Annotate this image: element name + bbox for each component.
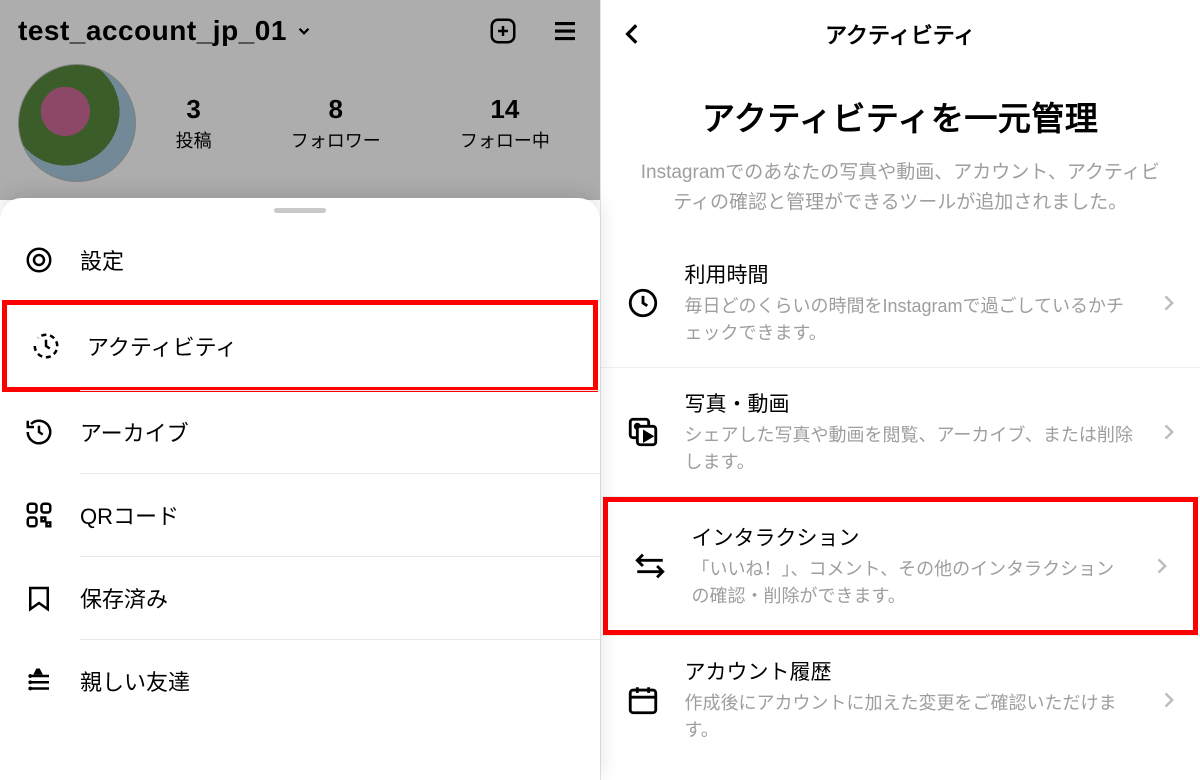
interactions-icon — [630, 546, 670, 586]
menu-item-qr[interactable]: QRコード — [0, 474, 600, 556]
chevron-down-icon[interactable] — [293, 20, 315, 42]
menu-item-saved[interactable]: 保存済み — [0, 557, 600, 639]
hamburger-menu-icon[interactable] — [548, 14, 582, 48]
stat-following-count: 14 — [460, 94, 550, 125]
activity-item-interactions[interactable]: インタラクション 「いいね！」、コメント、その他のインタラクションの確認・削除が… — [603, 497, 1199, 635]
activity-header: アクティビティ — [601, 0, 1200, 64]
clock-icon — [623, 283, 663, 323]
sheet-grabber[interactable] — [274, 208, 326, 213]
menu-label: 設定 — [80, 244, 124, 276]
qr-code-icon — [22, 498, 56, 532]
create-post-icon[interactable] — [486, 14, 520, 48]
menu-label: 親しい友達 — [80, 665, 190, 697]
item-desc: 「いいね！」、コメント、その他のインタラクションの確認・削除ができます。 — [692, 556, 1128, 610]
hero-section: アクティビティを一元管理 Instagramでのあなたの写真や動画、アカウント、… — [601, 64, 1200, 239]
menu-label: 保存済み — [80, 582, 168, 614]
item-title: 写真・動画 — [685, 388, 1135, 418]
stat-followers[interactable]: 8 フォロワー — [291, 94, 381, 153]
close-friends-icon — [22, 664, 56, 698]
activity-item-media[interactable]: 写真・動画 シェアした写真や動画を閲覧、アーカイブ、または削除します。 — [601, 368, 1200, 496]
chevron-right-icon — [1156, 291, 1180, 315]
activity-item-history[interactable]: アカウント履歴 作成後にアカウントに加えた変更をご確認いただけます。 — [601, 636, 1200, 764]
media-icon — [623, 412, 663, 452]
chevron-right-icon — [1149, 554, 1173, 578]
hero-title: アクティビティを一元管理 — [627, 92, 1175, 140]
archive-icon — [22, 415, 56, 449]
bottom-sheet: 設定 アクティビティ アーカイブ — [0, 198, 600, 780]
menu-label: アーカイブ — [80, 416, 189, 448]
item-desc: シェアした写真や動画を閲覧、アーカイブ、または削除します。 — [685, 422, 1135, 476]
avatar[interactable] — [18, 64, 136, 182]
menu-item-activity[interactable]: アクティビティ — [2, 300, 598, 392]
page-title: アクティビティ — [613, 18, 1189, 50]
chevron-right-icon — [1156, 688, 1180, 712]
hero-description: Instagramでのあなたの写真や動画、アカウント、アクティビティの確認と管理… — [627, 158, 1175, 219]
stat-posts[interactable]: 3 投稿 — [176, 94, 212, 153]
stat-following[interactable]: 14 フォロー中 — [460, 94, 550, 153]
chevron-right-icon — [1156, 420, 1180, 444]
menu-item-archive[interactable]: アーカイブ — [0, 391, 600, 473]
profile-header: test_account_jp_01 — [0, 0, 600, 56]
username[interactable]: test_account_jp_01 — [18, 15, 287, 47]
item-title: インタラクション — [692, 522, 1128, 552]
menu-label: QRコード — [80, 499, 179, 531]
stat-posts-label: 投稿 — [176, 127, 212, 153]
item-desc: 毎日どのくらいの時間をInstagramで過ごしているかチェックできます。 — [685, 293, 1135, 347]
stat-followers-label: フォロワー — [291, 127, 381, 153]
menu-label: アクティビティ — [87, 330, 237, 362]
calendar-icon — [623, 680, 663, 720]
activity-icon — [29, 329, 63, 363]
menu-item-close-friends[interactable]: 親しい友達 — [0, 640, 600, 722]
item-desc: 作成後にアカウントに加えた変更をご確認いただけます。 — [685, 690, 1135, 744]
item-title: アカウント履歴 — [685, 656, 1135, 686]
activity-item-time[interactable]: 利用時間 毎日どのくらいの時間をInstagramで過ごしているかチェックできま… — [601, 239, 1200, 367]
menu-item-settings[interactable]: 設定 — [0, 219, 600, 301]
item-title: 利用時間 — [685, 259, 1135, 289]
stat-posts-count: 3 — [176, 94, 212, 125]
stat-following-label: フォロー中 — [460, 127, 550, 153]
gear-icon — [22, 243, 56, 277]
stat-followers-count: 8 — [291, 94, 381, 125]
bookmark-icon — [22, 581, 56, 615]
